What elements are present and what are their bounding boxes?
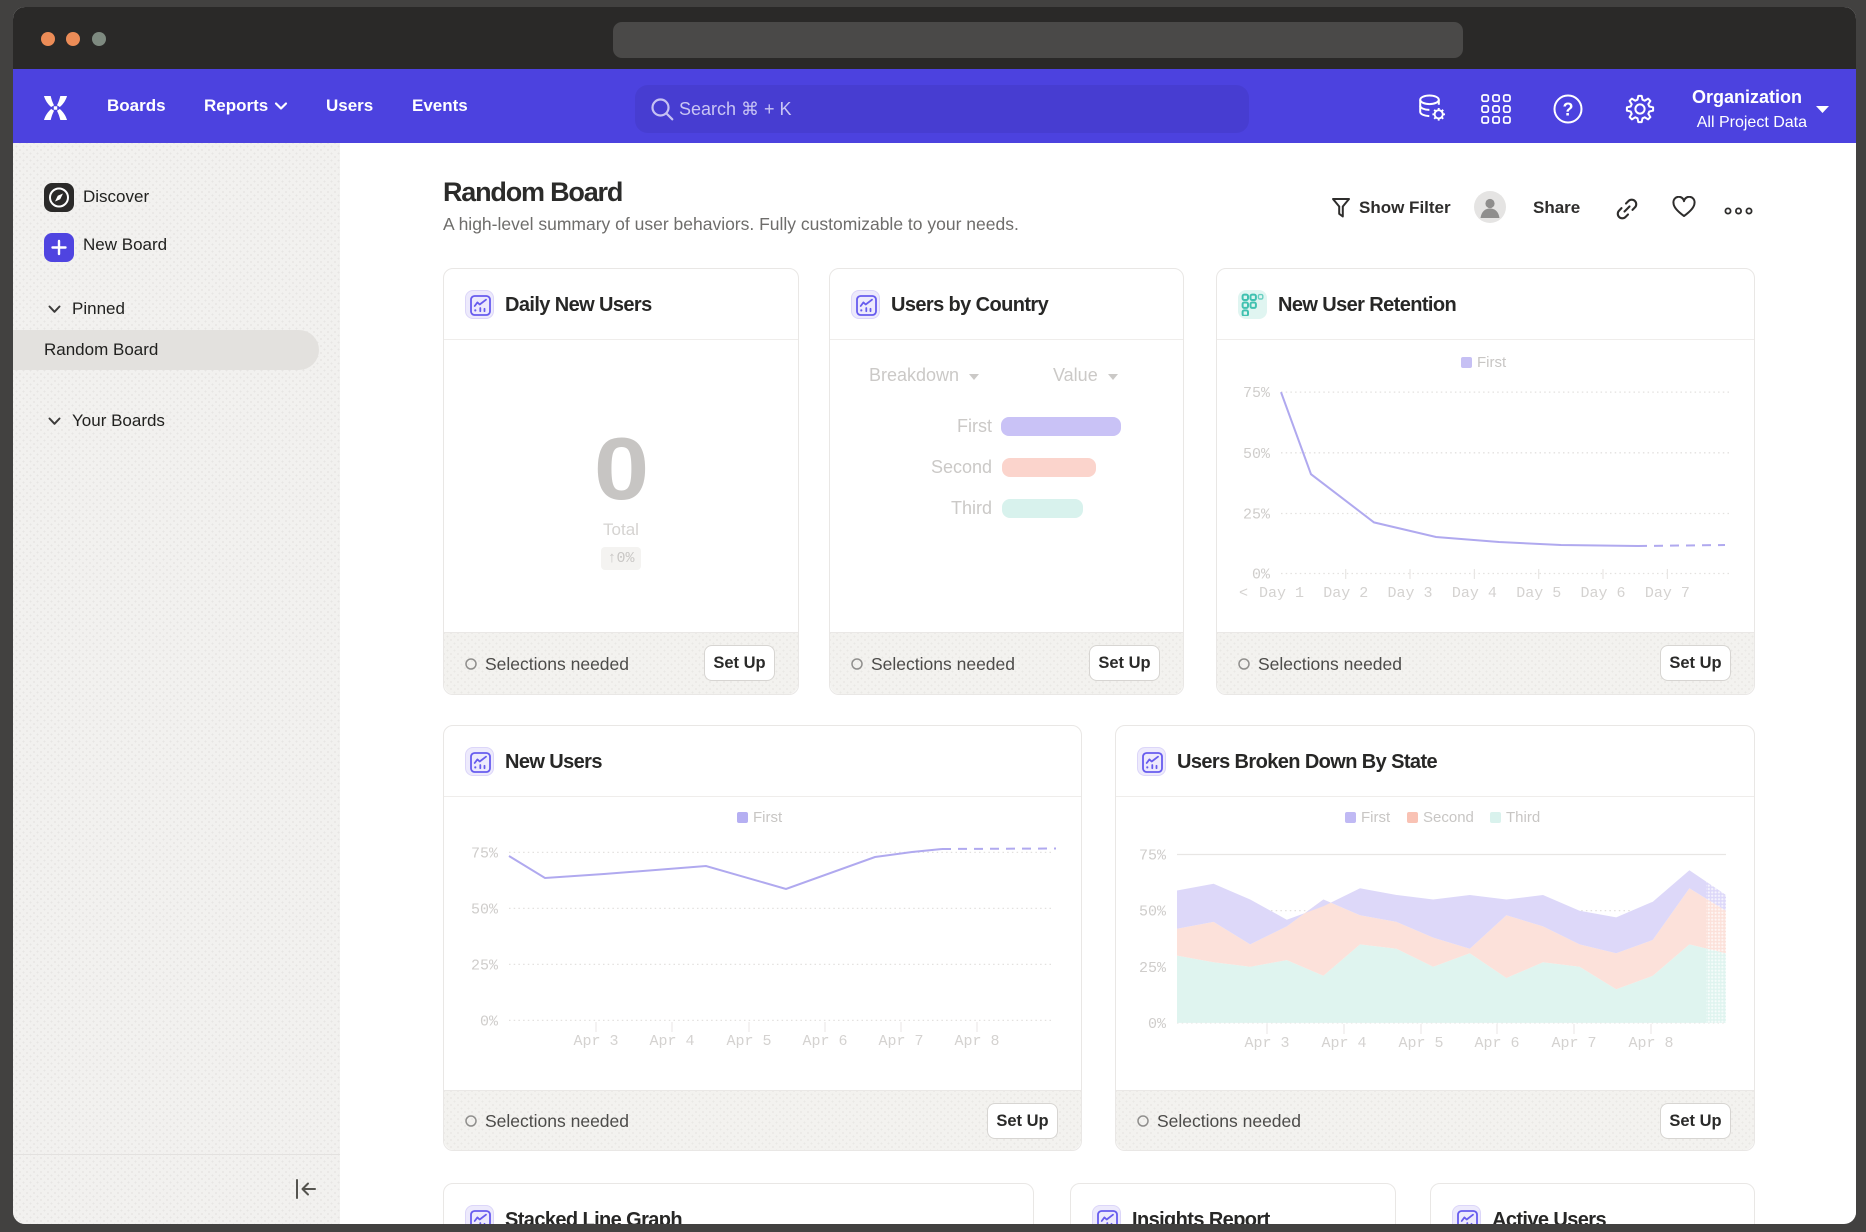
svg-text:0%: 0%: [1252, 567, 1271, 584]
svg-text:25%: 25%: [1243, 507, 1271, 524]
svg-text:Apr 4: Apr 4: [649, 1033, 694, 1050]
svg-text:Day 3: Day 3: [1387, 585, 1432, 602]
svg-text:Day 6: Day 6: [1580, 585, 1625, 602]
svg-text:Apr 7: Apr 7: [878, 1033, 923, 1050]
svg-text:Apr 5: Apr 5: [1398, 1035, 1443, 1052]
svg-text:0%: 0%: [1148, 1016, 1167, 1033]
svg-text:Apr 4: Apr 4: [1321, 1035, 1366, 1052]
svg-text:75%: 75%: [1243, 385, 1271, 402]
svg-text:Day 7: Day 7: [1645, 585, 1690, 602]
svg-text:Day 2: Day 2: [1323, 585, 1368, 602]
svg-text:First: First: [1361, 809, 1391, 826]
svg-text:75%: 75%: [1139, 848, 1167, 865]
svg-text:Day 1: Day 1: [1259, 585, 1304, 602]
svg-text:25%: 25%: [471, 957, 499, 974]
svg-text:Day 4: Day 4: [1452, 585, 1497, 602]
svg-text:0%: 0%: [480, 1013, 499, 1030]
svg-text:<: <: [1239, 585, 1248, 602]
svg-text:Apr 3: Apr 3: [1244, 1035, 1289, 1052]
svg-text:50%: 50%: [1139, 904, 1167, 921]
svg-text:Apr 6: Apr 6: [1474, 1035, 1519, 1052]
svg-text:Apr 8: Apr 8: [954, 1033, 999, 1050]
svg-text:First: First: [1477, 354, 1507, 371]
svg-text:Apr 3: Apr 3: [573, 1033, 618, 1050]
svg-text:25%: 25%: [1139, 960, 1167, 977]
svg-text:First: First: [753, 809, 783, 826]
svg-text:Apr 7: Apr 7: [1551, 1035, 1596, 1052]
svg-text:Apr 8: Apr 8: [1628, 1035, 1673, 1052]
svg-text:Third: Third: [1506, 809, 1540, 826]
svg-text:75%: 75%: [471, 845, 499, 862]
svg-text:Day 5: Day 5: [1516, 585, 1561, 602]
svg-text:Apr 5: Apr 5: [726, 1033, 771, 1050]
svg-text:50%: 50%: [1243, 446, 1271, 463]
svg-text:Apr 6: Apr 6: [802, 1033, 847, 1050]
svg-text:Second: Second: [1423, 809, 1474, 826]
svg-text:?: ?: [1563, 100, 1574, 120]
svg-text:50%: 50%: [471, 901, 499, 918]
